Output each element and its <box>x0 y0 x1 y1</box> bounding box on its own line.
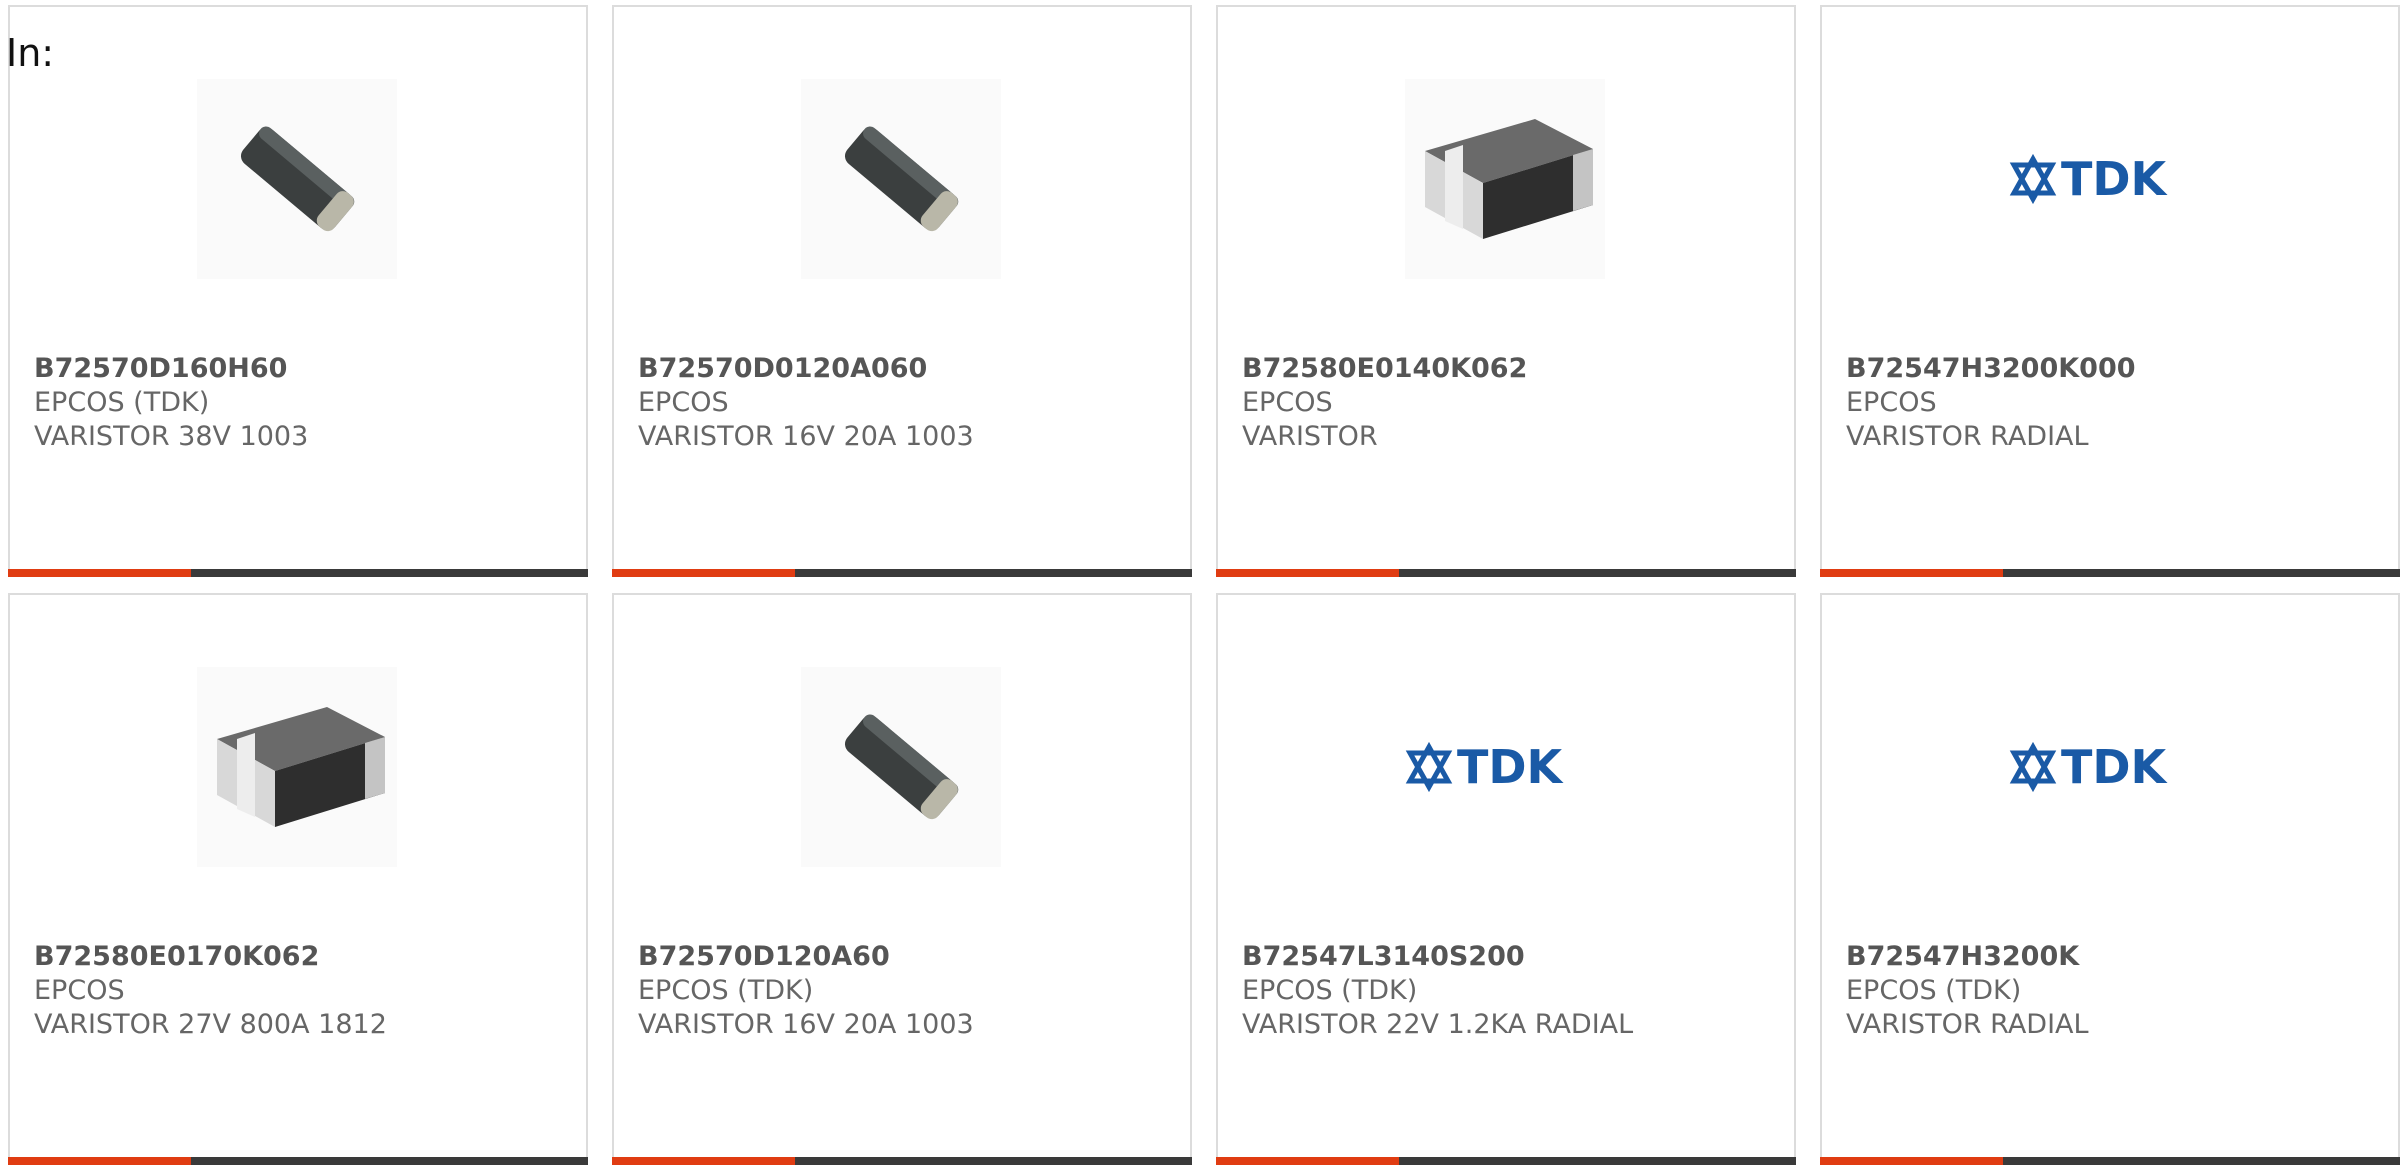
part-number[interactable]: B72547H3200K <box>1846 940 2388 974</box>
description: VARISTOR 22V 1.2KA RADIAL <box>1242 1009 1634 1040</box>
description: VARISTOR 16V 20A 1003 <box>638 421 974 452</box>
card-bottom-bar <box>612 569 1192 577</box>
card-bottom-bar <box>1216 1157 1796 1165</box>
card-bottom-bar <box>1820 1157 2400 1165</box>
description: VARISTOR RADIAL <box>1846 1009 2089 1040</box>
manufacturer: EPCOS (TDK) <box>34 387 210 418</box>
manufacturer: EPCOS <box>1846 387 1937 418</box>
manufacturer: EPCOS <box>638 387 729 418</box>
product-card[interactable]: B72570D0120A060 EPCOS VARISTOR 16V 20A 1… <box>612 5 1192 577</box>
product-card[interactable]: B72570D120A60 EPCOS (TDK) VARISTOR 16V 2… <box>612 593 1192 1165</box>
part-number[interactable]: B72580E0170K062 <box>34 940 576 974</box>
manufacturer: EPCOS <box>34 975 125 1006</box>
manufacturer: EPCOS (TDK) <box>1242 975 1418 1006</box>
product-card[interactable]: B72580E0170K062 EPCOS VARISTOR 27V 800A … <box>8 593 588 1165</box>
product-grid: B72570D160H60 EPCOS (TDK) VARISTOR 38V 1… <box>8 5 2400 1165</box>
description: VARISTOR 16V 20A 1003 <box>638 1009 974 1040</box>
description: VARISTOR RADIAL <box>1846 421 2089 452</box>
part-number[interactable]: B72570D120A60 <box>638 940 1180 974</box>
product-image-smd-chip[interactable] <box>197 667 397 867</box>
svg-text:TDK: TDK <box>2061 152 2169 206</box>
manufacturer: EPCOS <box>1242 387 1333 418</box>
description: VARISTOR 27V 800A 1812 <box>34 1009 387 1040</box>
part-number[interactable]: B72570D160H60 <box>34 352 576 386</box>
part-number[interactable]: B72570D0120A060 <box>638 352 1180 386</box>
part-number[interactable]: B72580E0140K062 <box>1242 352 1784 386</box>
product-image-varistor[interactable] <box>801 79 1001 279</box>
product-card[interactable]: B72570D160H60 EPCOS (TDK) VARISTOR 38V 1… <box>8 5 588 577</box>
card-bottom-bar <box>612 1157 1192 1165</box>
card-bottom-bar <box>1820 569 2400 577</box>
manufacturer: EPCOS (TDK) <box>638 975 814 1006</box>
card-bottom-bar <box>1216 569 1796 577</box>
product-card[interactable]: TDK B72547H3200K EPCOS (TDK) VARISTOR RA… <box>1820 593 2400 1165</box>
card-bottom-bar <box>8 1157 588 1165</box>
product-image-varistor[interactable] <box>801 667 1001 867</box>
product-card[interactable]: TDK B72547L3140S200 EPCOS (TDK) VARISTOR… <box>1216 593 1796 1165</box>
tdk-logo[interactable]: TDK <box>1405 667 1605 867</box>
product-image-varistor[interactable] <box>197 79 397 279</box>
product-card[interactable]: TDK B72547H3200K000 EPCOS VARISTOR RADIA… <box>1820 5 2400 577</box>
card-bottom-bar <box>8 569 588 577</box>
product-card[interactable]: B72580E0140K062 EPCOS VARISTOR <box>1216 5 1796 577</box>
description: VARISTOR <box>1242 421 1378 452</box>
part-number[interactable]: B72547H3200K000 <box>1846 352 2388 386</box>
tdk-logo[interactable]: TDK <box>2009 667 2209 867</box>
svg-text:TDK: TDK <box>2061 740 2169 794</box>
in-label: In: <box>6 31 55 75</box>
product-image-smd-chip[interactable] <box>1405 79 1605 279</box>
tdk-logo[interactable]: TDK <box>2009 79 2209 279</box>
manufacturer: EPCOS (TDK) <box>1846 975 2022 1006</box>
description: VARISTOR 38V 1003 <box>34 421 309 452</box>
part-number[interactable]: B72547L3140S200 <box>1242 940 1784 974</box>
svg-text:TDK: TDK <box>1457 740 1565 794</box>
